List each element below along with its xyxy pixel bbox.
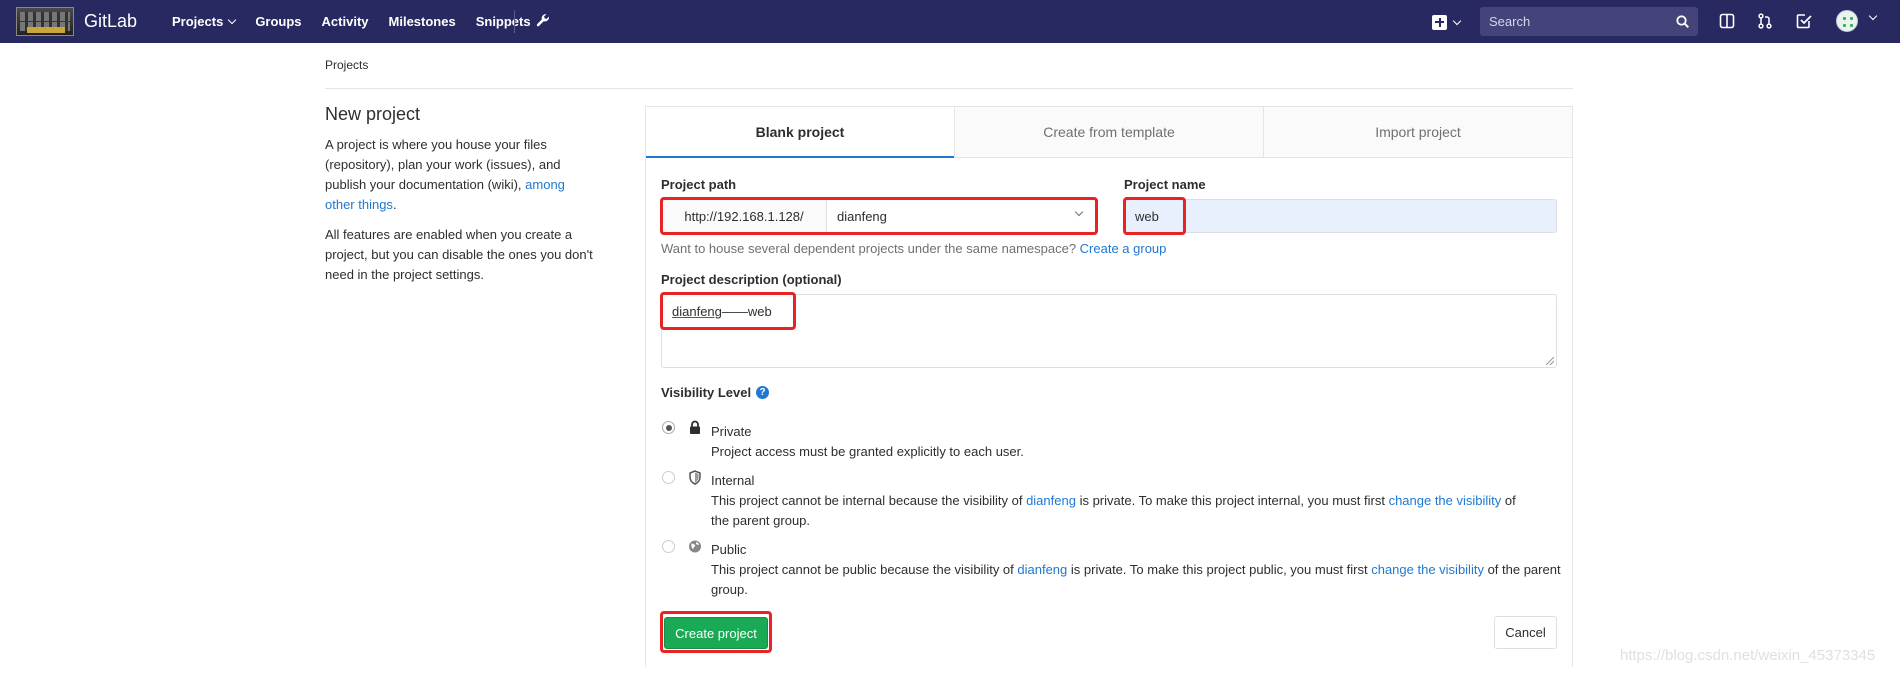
change-visibility-link[interactable]: change the visibility bbox=[1389, 493, 1502, 508]
visibility-public-title: Public bbox=[711, 542, 747, 557]
team-logo-image[interactable] bbox=[16, 7, 74, 36]
search-input[interactable] bbox=[1480, 7, 1670, 36]
main-nav: Projects Groups Activity Milestones Snip… bbox=[172, 14, 551, 29]
new-item-dropdown[interactable] bbox=[1432, 12, 1466, 32]
nav-groups[interactable]: Groups bbox=[255, 14, 301, 29]
project-path-field: http://192.168.1.128/ dianfeng bbox=[661, 199, 1097, 233]
question-help-icon[interactable]: ? bbox=[756, 386, 770, 399]
chevron-down-icon bbox=[228, 15, 237, 25]
cancel-button[interactable]: Cancel bbox=[1494, 616, 1557, 649]
visibility-internal-radio[interactable] bbox=[662, 471, 675, 484]
sidebar-toggle-icon[interactable] bbox=[1718, 12, 1736, 30]
intro-paragraph-2: All features are enabled when you create… bbox=[325, 227, 593, 282]
admin-wrench-icon[interactable] bbox=[534, 12, 552, 30]
breadcrumb-divider bbox=[325, 88, 1573, 89]
intro-paragraph-1: A project is where you house your files … bbox=[325, 137, 565, 212]
dianfeng-group-link[interactable]: dianfeng bbox=[1017, 562, 1067, 577]
shield-icon bbox=[689, 470, 701, 485]
page-title: New project bbox=[325, 104, 421, 124]
visibility-public-radio[interactable] bbox=[662, 540, 675, 553]
chevron-down-icon[interactable] bbox=[1868, 11, 1878, 21]
todo-check-icon[interactable] bbox=[1795, 12, 1813, 30]
visibility-public-desc: This project cannot be public because th… bbox=[711, 562, 1561, 597]
visibility-private-title: Private bbox=[711, 424, 752, 439]
project-path-label: Project path bbox=[661, 177, 737, 192]
breadcrumb[interactable]: Projects bbox=[325, 58, 368, 72]
create-project-button[interactable]: Create project bbox=[664, 617, 768, 649]
path-prefix: http://192.168.1.128/ bbox=[662, 200, 827, 232]
project-description-textarea[interactable]: dianfeng——web bbox=[661, 294, 1557, 368]
nav-divider bbox=[514, 10, 515, 33]
namespace-value: dianfeng bbox=[837, 208, 887, 224]
nav-projects[interactable]: Projects bbox=[172, 14, 237, 29]
visibility-internal-title: Internal bbox=[711, 473, 755, 488]
nav-activity[interactable]: Activity bbox=[322, 14, 369, 29]
intro-text: A project is where you house your files … bbox=[325, 135, 595, 295]
search-box bbox=[1480, 7, 1698, 36]
project-name-input[interactable]: web bbox=[1124, 199, 1557, 233]
chevron-down-icon bbox=[1452, 16, 1462, 25]
tab-create-from-template[interactable]: Create from template bbox=[954, 107, 1263, 157]
merge-request-icon[interactable] bbox=[1756, 12, 1774, 30]
visibility-level-label: Visibility Level ? bbox=[661, 385, 770, 400]
top-navbar: GitLab Projects Groups Activity Mileston… bbox=[0, 0, 1900, 43]
tab-blank-project[interactable]: Blank project bbox=[646, 107, 954, 158]
change-visibility-link[interactable]: change the visibility bbox=[1371, 562, 1484, 577]
visibility-private-radio[interactable] bbox=[662, 421, 675, 434]
visibility-private-desc: Project access must be granted explicitl… bbox=[711, 444, 1024, 459]
nav-snippets[interactable]: Snippets bbox=[476, 14, 531, 29]
resize-handle[interactable] bbox=[1546, 357, 1554, 365]
user-avatar[interactable] bbox=[1836, 10, 1858, 32]
project-description-label: Project description (optional) bbox=[661, 272, 842, 287]
project-name-label: Project name bbox=[1124, 177, 1206, 192]
create-group-link[interactable]: Create a group bbox=[1080, 241, 1167, 256]
globe-icon bbox=[689, 540, 701, 553]
create-group-hint: Want to house several dependent projects… bbox=[661, 241, 1167, 256]
project-tabs: Blank project Create from template Impor… bbox=[646, 107, 1572, 158]
plus-square-icon bbox=[1432, 14, 1447, 30]
chevron-down-icon bbox=[1074, 207, 1084, 217]
visibility-internal-desc: This project cannot be internal because … bbox=[711, 493, 1516, 528]
gitlab-brand[interactable]: GitLab bbox=[84, 11, 137, 32]
namespace-select[interactable]: dianfeng bbox=[827, 200, 1096, 232]
watermark: https://blog.csdn.net/weixin_45373345 bbox=[1620, 647, 1876, 664]
search-icon[interactable] bbox=[1676, 15, 1689, 28]
tab-import-project[interactable]: Import project bbox=[1263, 107, 1572, 157]
lock-icon bbox=[690, 420, 700, 434]
nav-milestones[interactable]: Milestones bbox=[389, 14, 456, 29]
dianfeng-group-link[interactable]: dianfeng bbox=[1026, 493, 1076, 508]
